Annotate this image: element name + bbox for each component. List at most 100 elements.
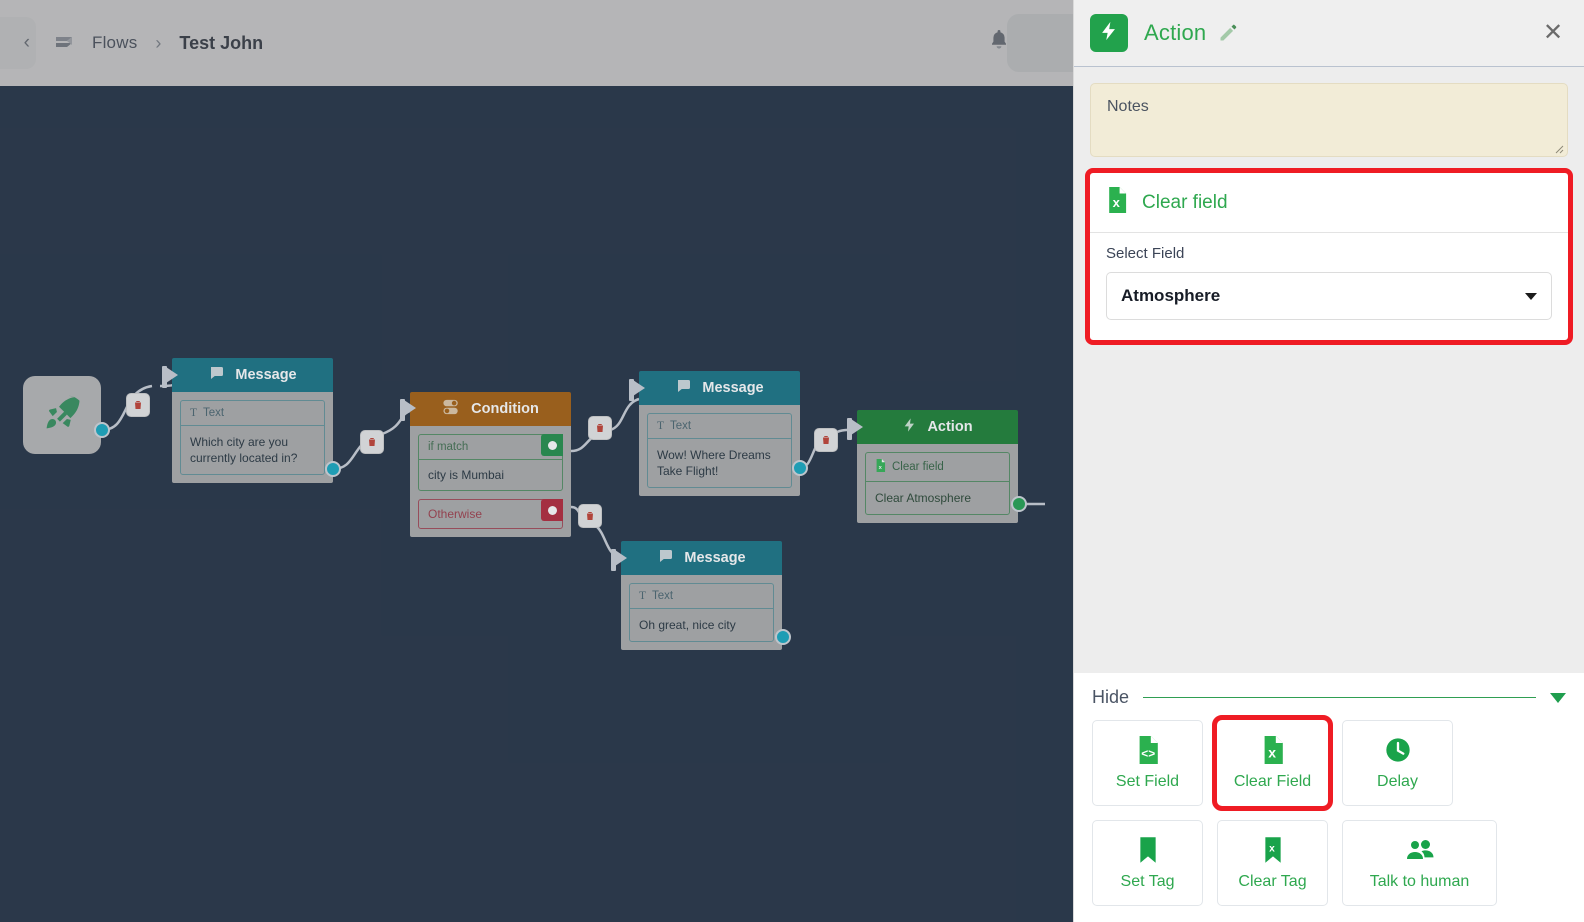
action-out-port[interactable] [1011, 496, 1027, 512]
action-badge [1090, 14, 1128, 52]
message-3-out-port[interactable] [775, 629, 791, 645]
condition-if-value: city is Mumbai [428, 468, 505, 482]
edge-delete-button[interactable] [360, 430, 384, 454]
node-in-arrow [404, 400, 416, 416]
notes-placeholder: Notes [1107, 98, 1149, 115]
clear-field-card-header: x Clear field [1090, 173, 1568, 233]
action-type-grid: <> Set Field x Clear Field Delay Set Tag… [1092, 715, 1566, 906]
node-in-arrow [166, 367, 178, 383]
chat-bubble-icon [657, 547, 675, 569]
flow-node-condition[interactable]: Condition if match city is Mumbai Otherw… [400, 392, 571, 537]
condition-if-out-port[interactable] [541, 434, 563, 456]
action-tile-set-tag[interactable]: Set Tag [1092, 820, 1203, 906]
node-in-arrow [633, 380, 645, 396]
chevron-left-icon: ‹ [23, 32, 30, 53]
node-field-label: Text [203, 407, 225, 419]
bell-icon [987, 28, 1011, 57]
action-properties-panel: Action ✕ Notes x Clear field Select Fiel… [1073, 0, 1584, 922]
resize-handle-icon[interactable] [1552, 142, 1564, 154]
set-field-doc-icon: <> [1136, 735, 1160, 765]
text-T-icon: T [657, 420, 665, 432]
action-tile-talk-to-human[interactable]: Talk to human [1342, 820, 1497, 906]
clear-field-doc-icon: x [1106, 187, 1128, 218]
node-title: Message [684, 550, 746, 566]
breadcrumb-flows-link[interactable]: Flows [92, 33, 137, 53]
edge-delete-button[interactable] [578, 504, 602, 528]
start-node-out-port[interactable] [94, 422, 110, 438]
condition-if-row[interactable]: if match city is Mumbai [418, 434, 563, 491]
edge-delete-button[interactable] [588, 416, 612, 440]
action-tile-label: Clear Field [1233, 773, 1312, 790]
hide-section-row[interactable]: Hide [1092, 687, 1566, 708]
flow-graph[interactable]: Message T Text Which city are you curren… [0, 86, 1073, 922]
node-header: Message [621, 541, 782, 575]
panel-header: Action ✕ [1074, 0, 1584, 67]
flow-start-node[interactable] [23, 376, 101, 454]
flow-node-message-3[interactable]: Message T Text Oh great, nice city [611, 541, 782, 651]
back-button[interactable]: ‹ [0, 17, 36, 69]
panel-body: Notes x Clear field Select Field Atmosph… [1074, 67, 1584, 673]
chevron-down-icon [1525, 292, 1537, 300]
node-field-label: Text [670, 420, 692, 432]
message-1-out-port[interactable] [325, 461, 341, 477]
node-title: Condition [471, 401, 539, 417]
node-header: Action [857, 410, 1018, 444]
hide-divider [1143, 697, 1536, 698]
flow-canvas[interactable]: Message T Text Which city are you curren… [0, 0, 1073, 922]
pencil-icon[interactable] [1218, 23, 1238, 43]
close-icon[interactable]: ✕ [1536, 16, 1570, 50]
edge-delete-button[interactable] [814, 428, 838, 452]
action-tile-delay[interactable]: Delay [1342, 720, 1453, 806]
action-tile-set-field[interactable]: <> Set Field [1092, 720, 1203, 806]
node-field-value: Oh great, nice city [639, 618, 736, 632]
clear-field-config-card: x Clear field Select Field Atmosphere [1085, 168, 1573, 345]
svg-text:x: x [1113, 195, 1121, 210]
action-tile-label: Talk to human [1369, 873, 1470, 890]
chevron-down-icon[interactable] [1550, 692, 1566, 703]
people-icon [1405, 835, 1435, 865]
svg-text:<>: <> [1141, 747, 1155, 761]
node-field: T Text Wow! Where Dreams Take Flight! [647, 413, 792, 489]
svg-text:x: x [1269, 843, 1275, 854]
field-select-dropdown[interactable]: Atmosphere [1106, 272, 1552, 320]
action-tile-clear-tag[interactable]: x Clear Tag [1217, 820, 1328, 906]
hide-label: Hide [1092, 687, 1130, 707]
clear-field-doc-icon: x [875, 459, 886, 475]
action-types-footer: Hide <> Set Field x Clear Field Delay Se… [1074, 673, 1584, 922]
select-field-label: Select Field [1106, 245, 1185, 262]
toggle-switch-icon [442, 398, 462, 420]
node-body: T Text Wow! Where Dreams Take Flight! [639, 405, 800, 497]
breadcrumb-current: Test John [179, 32, 264, 53]
action-tile-clear-field[interactable]: x Clear Field [1212, 715, 1333, 811]
rocket-icon [41, 392, 83, 439]
flow-node-action[interactable]: Action x Clear field Clear Atmosphere [847, 410, 1018, 524]
flow-node-message-1[interactable]: Message T Text Which city are you curren… [162, 358, 333, 484]
clear-field-card-body: Select Field Atmosphere [1090, 233, 1568, 340]
node-in-arrow [851, 419, 863, 435]
node-field-label-row: T Text [630, 584, 773, 609]
action-tile-label: Delay [1377, 773, 1418, 790]
node-field-value: Wow! Where Dreams Take Flight! [657, 448, 771, 479]
edge-delete-button[interactable] [126, 393, 150, 417]
chat-bubble-icon [208, 364, 226, 386]
node-title: Action [927, 419, 973, 435]
action-tile-label: Set Field [1115, 773, 1180, 790]
clear-field-doc-icon: x [1261, 735, 1285, 765]
condition-otherwise-out-port[interactable] [541, 499, 563, 521]
bookmark-x-icon: x [1262, 835, 1284, 865]
notes-textarea[interactable]: Notes [1090, 83, 1568, 157]
node-body: if match city is Mumbai Otherwise [410, 426, 571, 537]
condition-otherwise-row[interactable]: Otherwise [418, 499, 563, 529]
chat-bubble-icon [675, 377, 693, 399]
node-field-label-row: T Text [181, 401, 324, 426]
message-2-out-port[interactable] [792, 460, 808, 476]
lightning-bolt-icon [902, 416, 918, 438]
action-tile-label: Clear Tag [1238, 873, 1307, 890]
node-field: T Text Which city are you currently loca… [180, 400, 325, 476]
flow-node-message-2[interactable]: Message T Text Wow! Where Dreams Take Fl… [629, 371, 800, 497]
node-field-value: Which city are you currently located in? [190, 435, 298, 466]
flows-logo-icon [52, 30, 78, 56]
node-body: T Text Which city are you currently loca… [172, 392, 333, 484]
notifications-button[interactable] [977, 20, 1021, 64]
svg-text:x: x [1268, 745, 1276, 761]
